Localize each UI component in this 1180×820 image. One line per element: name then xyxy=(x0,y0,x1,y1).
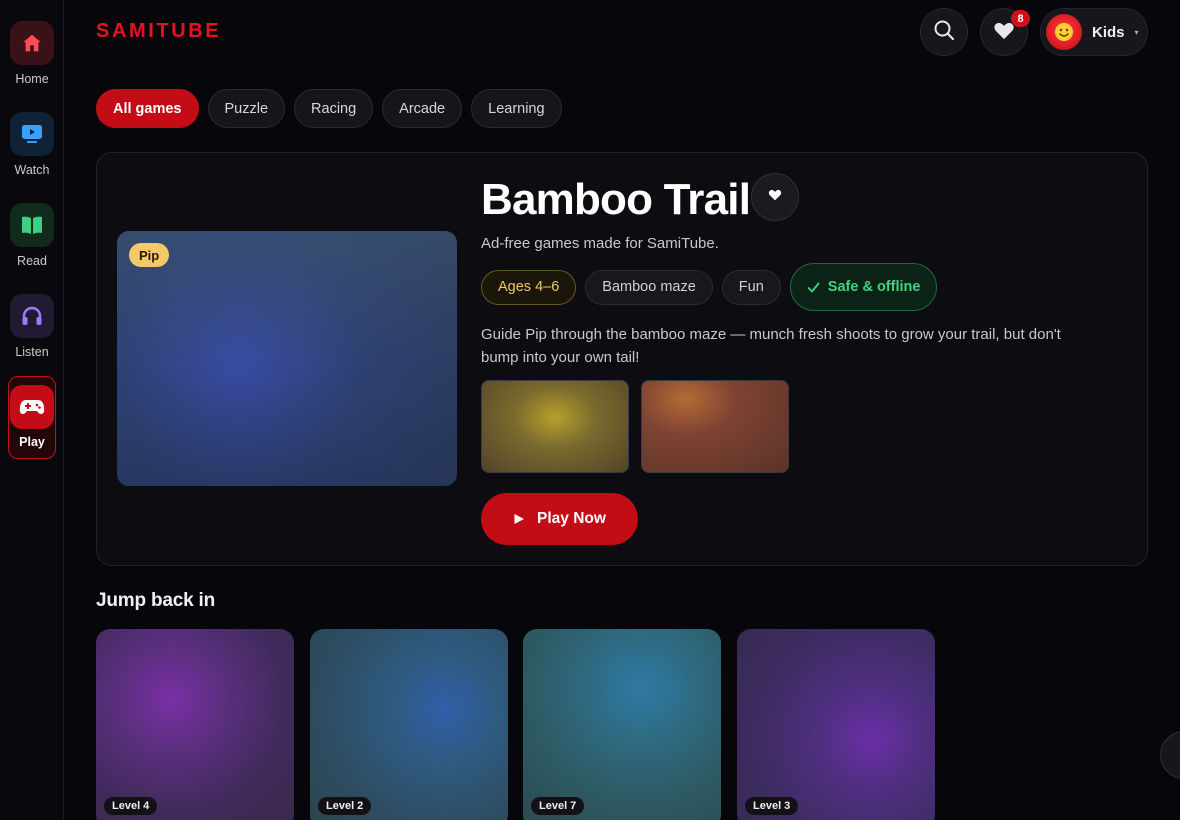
character-tag: Pip xyxy=(129,243,170,267)
favorites-count-badge: 8 xyxy=(1011,10,1030,27)
mood-tag: Fun xyxy=(721,269,781,305)
avatar xyxy=(1046,14,1082,50)
search-icon xyxy=(933,19,955,46)
filter-learning[interactable]: Learning xyxy=(471,89,562,128)
featured-game-card: Pip Bamboo Trail Ad-free games made for … xyxy=(96,152,1148,566)
sidebar-item-label: Listen xyxy=(15,345,49,359)
section-title: Jump back in xyxy=(96,590,216,611)
category-filters: All games Puzzle Racing Arcade Learning xyxy=(96,89,571,128)
sidebar-item-watch[interactable]: Watch xyxy=(8,112,56,194)
sidebar-item-label: Play xyxy=(19,435,45,449)
sidebar-item-read[interactable]: Read xyxy=(8,203,56,285)
recent-game-card[interactable]: Level 4 xyxy=(96,629,294,820)
brand-logo[interactable]: SAMITUBE xyxy=(96,20,221,43)
sidebar-item-label: Read xyxy=(17,254,47,268)
level-badge: Level 3 xyxy=(745,797,799,815)
app-root: Home Watch Read Listen Play SAMITUBE 8 K… xyxy=(0,0,1180,820)
recent-game-card[interactable]: Level 7 xyxy=(523,629,721,820)
profile-name: Kids xyxy=(1092,23,1125,41)
level-badge: Level 4 xyxy=(104,797,158,815)
play-now-label: Play Now xyxy=(537,510,606,527)
profile-switcher[interactable]: Kids ▾ xyxy=(1040,8,1148,56)
featured-game-title: Bamboo Trail xyxy=(481,175,751,224)
gamepad-icon xyxy=(10,385,54,429)
sidebar: Home Watch Read Listen Play xyxy=(0,0,64,820)
sidebar-item-label: Watch xyxy=(14,163,50,177)
screenshot-thumbnail[interactable] xyxy=(481,380,629,473)
play-now-button[interactable]: Play Now xyxy=(481,493,638,545)
recent-game-card[interactable]: Level 2 xyxy=(310,629,508,820)
game-tags: Ages 4–6 Bamboo maze Fun Safe & offline xyxy=(481,263,946,311)
headphones-icon xyxy=(10,294,54,338)
screenshot-thumbnail[interactable] xyxy=(641,380,789,473)
chevron-down-icon: ▾ xyxy=(1134,27,1139,37)
sidebar-item-play[interactable]: Play xyxy=(8,376,56,459)
scroll-right-button[interactable] xyxy=(1160,731,1180,779)
heart-icon xyxy=(768,188,782,206)
filter-puzzle[interactable]: Puzzle xyxy=(207,89,286,128)
filter-racing[interactable]: Racing xyxy=(294,89,374,128)
filter-arcade[interactable]: Arcade xyxy=(382,89,463,128)
level-badge: Level 2 xyxy=(318,797,372,815)
play-icon xyxy=(513,513,525,525)
level-badge: Level 7 xyxy=(531,797,585,815)
favorite-game-button[interactable] xyxy=(751,173,799,221)
sidebar-item-listen[interactable]: Listen xyxy=(8,294,56,376)
featured-game-description: Guide Pip through the bamboo maze — munc… xyxy=(481,326,1061,366)
check-icon xyxy=(807,282,820,293)
featured-game-image[interactable]: Pip xyxy=(117,231,457,486)
genre-tag: Bamboo maze xyxy=(585,269,713,305)
age-tag: Ages 4–6 xyxy=(481,269,577,305)
smiley-icon xyxy=(1055,23,1073,41)
safety-tag-label: Safe & offline xyxy=(827,279,921,295)
sidebar-item-label: Home xyxy=(15,72,49,86)
search-button[interactable] xyxy=(920,8,968,56)
tv-icon xyxy=(10,112,54,156)
favorites-button[interactable]: 8 xyxy=(980,8,1030,56)
filter-all-games[interactable]: All games xyxy=(96,89,199,128)
recent-game-card[interactable]: Level 3 xyxy=(737,629,935,820)
featured-game-subtitle: Ad-free games made for SamiTube. xyxy=(481,235,719,252)
safety-tag: Safe & offline xyxy=(789,263,938,311)
home-icon xyxy=(10,21,54,65)
sidebar-item-home[interactable]: Home xyxy=(8,21,56,103)
book-icon xyxy=(10,203,54,247)
